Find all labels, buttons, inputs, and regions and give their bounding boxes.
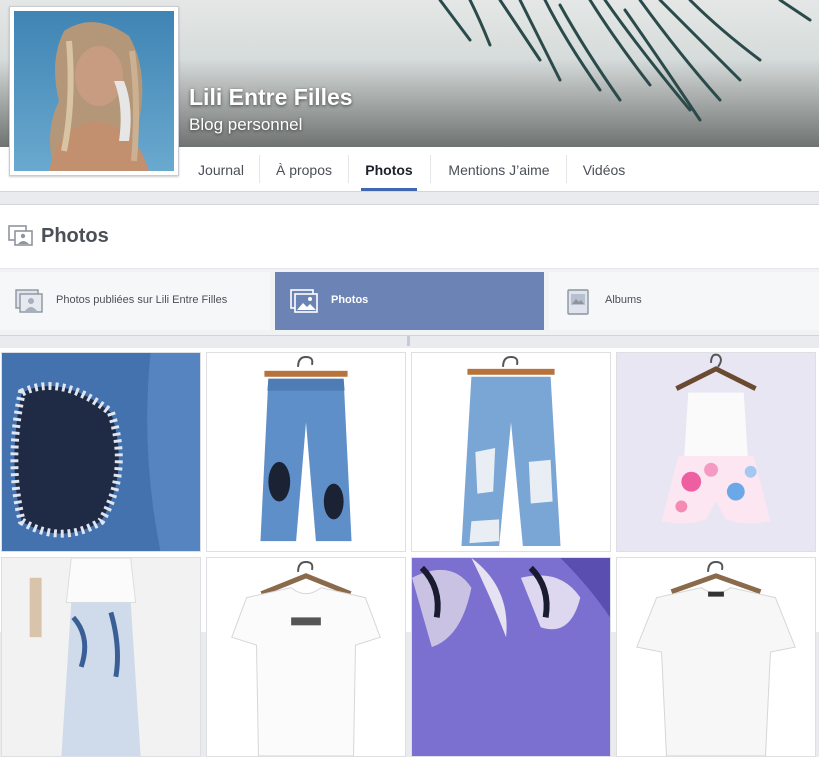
filter-label: Photos — [331, 294, 369, 306]
photo-thumbnail[interactable] — [1, 352, 201, 552]
photo-tshirt-trousers — [2, 558, 200, 756]
photo-thumbnail[interactable] — [411, 352, 611, 552]
filter-tagged-photos[interactable]: Photos publiées sur Lili Entre Filles — [0, 272, 270, 330]
tab-photos[interactable]: Photos — [361, 147, 417, 191]
tab-divider — [430, 155, 431, 183]
filter-label: Albums — [605, 294, 642, 306]
tab-journal[interactable]: Journal — [183, 147, 259, 191]
photo-ripped-denim — [2, 353, 200, 551]
tab-a-propos[interactable]: À propos — [260, 147, 348, 191]
photos-section-header: Photos — [0, 205, 819, 269]
photo-white-top — [617, 558, 815, 756]
photo-thumbnail[interactable] — [206, 352, 406, 552]
tab-divider — [566, 155, 567, 183]
tab-divider — [348, 155, 349, 183]
filter-photos[interactable]: Photos — [275, 272, 544, 330]
photos-icon — [290, 289, 318, 313]
tagged-photos-icon — [15, 289, 43, 313]
photo-grid — [0, 352, 819, 757]
photo-thumbnail[interactable] — [1, 557, 201, 757]
photos-section: Photos Photos publiées sur Lili Entre Fi… — [0, 204, 819, 757]
photo-jeans-hanger — [207, 353, 405, 551]
albums-icon — [567, 289, 589, 315]
photo-thumbnail[interactable] — [616, 352, 816, 552]
profile-photo-image — [14, 11, 174, 171]
photo-thumbnail[interactable] — [616, 557, 816, 757]
page-category: Blog personnel — [189, 115, 303, 134]
photo-filters: Photos publiées sur Lili Entre Filles Ph… — [0, 269, 819, 337]
photos-icon — [8, 225, 33, 246]
photo-purple-sequin — [412, 558, 610, 756]
tab-videos[interactable]: Vidéos — [576, 147, 632, 191]
filters-scroll-strip — [0, 335, 819, 348]
photo-white-tshirt — [207, 558, 405, 756]
photo-thumbnail[interactable] — [206, 557, 406, 757]
section-title: Photos — [41, 225, 109, 247]
filter-albums[interactable]: Albums — [549, 272, 819, 330]
profile-picture[interactable] — [9, 6, 179, 176]
page-name[interactable]: Lili Entre Filles — [189, 84, 353, 111]
photo-floral-romper — [617, 353, 815, 551]
tab-mentions-jaime[interactable]: Mentions J’aime — [440, 147, 558, 191]
photo-thumbnail[interactable] — [411, 557, 611, 757]
photo-ripped-light-jeans — [412, 353, 610, 551]
filters-scroll-handle[interactable] — [407, 336, 410, 346]
filter-label: Photos publiées sur Lili Entre Filles — [56, 294, 228, 306]
